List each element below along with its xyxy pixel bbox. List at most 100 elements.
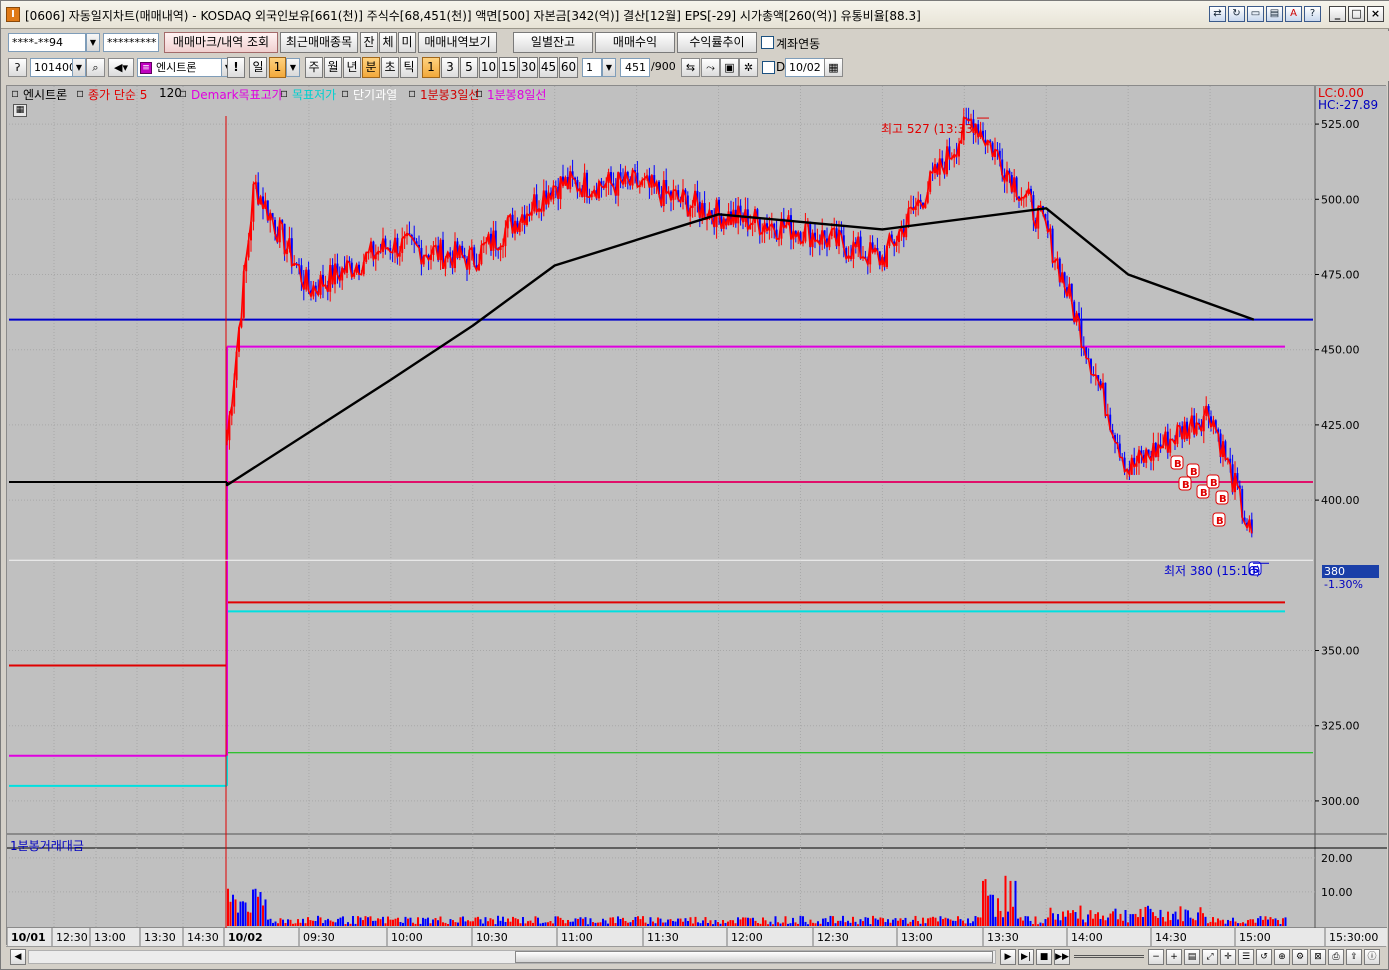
help-icon[interactable]: ? xyxy=(1304,6,1321,22)
list-icon[interactable]: ☰ xyxy=(1238,949,1254,965)
interval-button[interactable]: 15 xyxy=(499,57,518,78)
volume-bar xyxy=(444,922,447,926)
volume-bar xyxy=(369,916,372,926)
save-icon[interactable]: ▣ xyxy=(720,58,739,77)
interval-button[interactable]: 30 xyxy=(519,57,538,78)
date-checkbox[interactable] xyxy=(762,61,775,74)
period-minute-button[interactable]: 분 xyxy=(362,57,380,78)
scroll-track[interactable] xyxy=(28,950,996,964)
unexecuted-button[interactable]: 미 xyxy=(398,32,416,53)
balance-button[interactable]: 잔 xyxy=(360,32,378,53)
refresh-icon[interactable]: ↻ xyxy=(1228,6,1245,22)
account-link-checkbox[interactable] xyxy=(761,36,774,49)
stock-search-icon[interactable]: ʔ xyxy=(8,58,27,77)
stock-code-input[interactable]: 101400 xyxy=(30,58,74,77)
minimize-icon[interactable]: _ xyxy=(1329,6,1346,22)
calendar-icon[interactable]: ▦ xyxy=(824,58,843,77)
period-day-button[interactable]: 일 xyxy=(249,57,267,78)
period-day-count[interactable]: 1 xyxy=(269,57,286,78)
chevron-down-icon[interactable]: ▼ xyxy=(602,58,616,77)
interval-input[interactable]: 1 xyxy=(582,58,602,77)
scroll-end-icon[interactable]: ▶| xyxy=(1018,949,1034,965)
close-icon[interactable]: × xyxy=(1367,6,1384,22)
zoom-out-icon[interactable]: − xyxy=(1148,949,1164,965)
font-icon[interactable]: A xyxy=(1285,6,1302,22)
alert-button[interactable]: ! xyxy=(227,57,245,78)
price-chart[interactable]: 525.00 500.00 475.00 450.00 425.00 400.00 350.… xyxy=(6,85,1387,946)
volume-bar xyxy=(814,923,817,926)
speaker-icon[interactable]: ◀▾ xyxy=(108,58,134,77)
pin-icon[interactable]: ⊕ xyxy=(1274,949,1290,965)
legend-marker: ▫ xyxy=(280,86,289,100)
search-icon[interactable]: ⌕ xyxy=(86,58,105,77)
chevron-down-icon[interactable]: ▼ xyxy=(72,58,86,77)
period-second-button[interactable]: 초 xyxy=(381,57,399,78)
volume-bar xyxy=(1177,919,1179,926)
trade-history-button[interactable]: 매매내역보기 xyxy=(418,32,497,53)
interval-button[interactable]: 60 xyxy=(559,57,578,78)
legend-marker: ▫ xyxy=(76,86,85,100)
period-year-button[interactable]: 년 xyxy=(343,57,361,78)
volume-bar xyxy=(899,918,902,926)
date-input[interactable]: 10/02 xyxy=(785,58,825,77)
indicator-icon[interactable]: ⇆ xyxy=(681,58,700,77)
interval-button[interactable]: 10 xyxy=(479,57,498,78)
date-checkbox-label: D xyxy=(776,60,786,74)
volume-bar xyxy=(1259,916,1262,926)
chart-tool-icon[interactable]: ⤳ xyxy=(701,58,720,77)
candle-body xyxy=(226,440,228,442)
export-icon[interactable]: ⇪ xyxy=(1346,949,1362,965)
link-icon[interactable]: ⇄ xyxy=(1209,6,1226,22)
chart-scrollbar[interactable]: ◀ ▶ ▶| ■ ▶▶ − + ▤ ⤢ ✛ ☰ ↺ ⊕ ⚙ ⊠ ⎙ ⇪ ⓘ xyxy=(6,946,1386,966)
volume-bar xyxy=(382,916,384,926)
trade-profit-button[interactable]: 매매수익 xyxy=(595,32,675,53)
password-input[interactable]: ********* xyxy=(103,33,159,52)
period-month-button[interactable]: 월 xyxy=(324,57,342,78)
volume-bar xyxy=(1184,909,1187,926)
maximize-icon[interactable]: □ xyxy=(1348,6,1365,22)
executed-button[interactable]: 체 xyxy=(379,32,397,53)
stop-icon[interactable]: ■ xyxy=(1036,949,1052,965)
settings-icon[interactable]: ⚙ xyxy=(1292,949,1308,965)
scroll-thumb[interactable] xyxy=(515,951,993,963)
volume-bar xyxy=(489,918,492,926)
interval-button[interactable]: 5 xyxy=(460,57,478,78)
profit-rate-button[interactable]: 수익률추이 xyxy=(677,32,757,53)
zoom-slider[interactable] xyxy=(1074,955,1144,958)
info-icon[interactable]: ⓘ xyxy=(1364,949,1380,965)
scroll-left-icon[interactable]: ◀ xyxy=(10,949,26,965)
chart-toolbar: ʔ 101400 ▼ ⌕ ◀▾ 엔시트론 ≡ ▼ ! 일 1 ▼ 주 월 년 분… xyxy=(1,56,1389,81)
interval-button[interactable]: 1 xyxy=(422,57,440,78)
gear-icon[interactable]: ✲ xyxy=(739,58,758,77)
expand-icon[interactable]: ⤢ xyxy=(1202,949,1218,965)
volume-bar xyxy=(1167,911,1169,926)
price-tick-label: 400.00 xyxy=(1321,494,1360,507)
volume-bar xyxy=(977,917,979,926)
recent-trades-button[interactable]: 최근매매종목 xyxy=(280,32,358,53)
zoom-in-icon[interactable]: + xyxy=(1166,949,1182,965)
interval-button[interactable]: 45 xyxy=(539,57,558,78)
account-input[interactable]: ****-**94 xyxy=(8,33,86,52)
bar-count-input[interactable]: 451 xyxy=(620,58,650,77)
view-mode-icon[interactable]: ▤ xyxy=(1184,949,1200,965)
print-icon[interactable]: ⎙ xyxy=(1328,949,1344,965)
lock-icon[interactable]: ⊠ xyxy=(1310,949,1326,965)
volume-bar xyxy=(697,922,699,926)
window-list-icon[interactable]: ▤ xyxy=(1266,6,1283,22)
chevron-down-icon[interactable]: ▼ xyxy=(286,58,300,77)
period-tick-button[interactable]: 틱 xyxy=(400,57,418,78)
chart-canvas[interactable]: 525.00 500.00 475.00 450.00 425.00 400.00 350.… xyxy=(7,86,1387,946)
grid-icon[interactable]: ▦ xyxy=(13,104,27,117)
daily-balance-button[interactable]: 일별잔고 xyxy=(513,32,593,53)
screen-icon[interactable]: ▭ xyxy=(1247,6,1264,22)
volume-bar xyxy=(409,917,412,926)
period-week-button[interactable]: 주 xyxy=(305,57,323,78)
interval-button[interactable]: 3 xyxy=(441,57,459,78)
volume-bar xyxy=(582,918,584,926)
scroll-right-icon[interactable]: ▶ xyxy=(1000,949,1016,965)
refresh-icon[interactable]: ↺ xyxy=(1256,949,1272,965)
chevron-down-icon[interactable]: ▼ xyxy=(86,33,100,52)
fast-forward-icon[interactable]: ▶▶ xyxy=(1054,949,1070,965)
trade-mark-query-button[interactable]: 매매마크/내역 조회 xyxy=(164,32,278,53)
crosshair-icon[interactable]: ✛ xyxy=(1220,949,1236,965)
